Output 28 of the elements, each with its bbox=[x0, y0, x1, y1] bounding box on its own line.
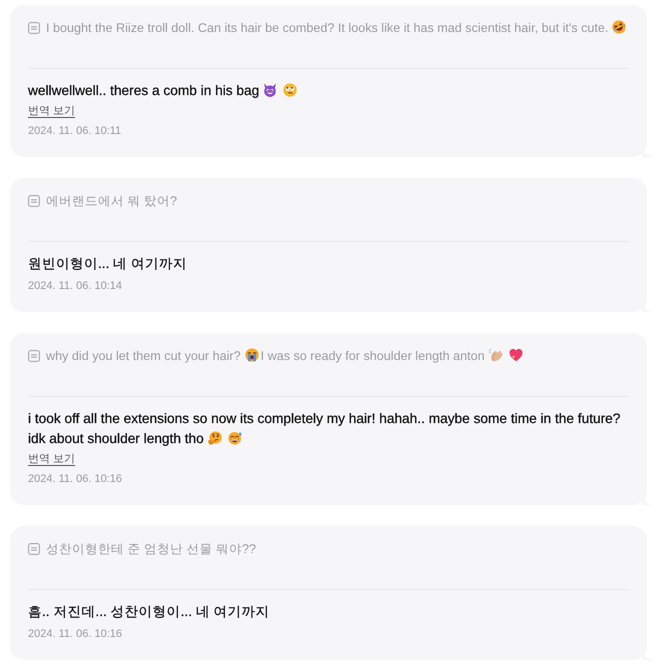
translate-link[interactable]: 번역 보기 bbox=[28, 451, 76, 467]
crying-face-icon bbox=[244, 348, 259, 362]
answer-text: idk about shoulder length tho bbox=[28, 431, 204, 446]
timestamp: 2024. 11. 06. 10:16 bbox=[28, 628, 122, 640]
answer-text: i took off all the extensions so now its completely my hair! hahah.. maybe some time in the future? bbox=[28, 411, 620, 426]
laughing-face-icon bbox=[612, 20, 626, 34]
question-text: 에버랜드에서 뭐 탔어? bbox=[46, 194, 178, 208]
timestamp: 2024. 11. 06. 10:11 bbox=[28, 125, 122, 137]
translate-link[interactable]: 번역 보기 bbox=[28, 103, 76, 119]
document-icon bbox=[28, 350, 40, 362]
question-text: I was so ready for shoulder length anton bbox=[260, 349, 485, 363]
devil-face-icon bbox=[263, 83, 278, 97]
sparkling-heart-icon bbox=[508, 348, 523, 362]
sweat-smile-face-icon bbox=[228, 431, 242, 445]
question-text: 성찬이형한테 준 엄청난 선물 뭐야?? bbox=[46, 542, 256, 556]
timestamp: 2024. 11. 06. 10:16 bbox=[28, 473, 122, 485]
eye-roll-face-icon bbox=[283, 83, 298, 97]
timestamp: 2024. 11. 06. 10:14 bbox=[28, 280, 122, 292]
document-icon bbox=[28, 543, 40, 555]
answer-text: 흠.. 저진데... 성찬이형이... 네 여기까지 bbox=[28, 604, 270, 619]
question-text: I bought the Riize troll doll. Can its hair be combed? It looks like it has mad scientist hair, but it's cute. bbox=[46, 21, 608, 35]
question-text: why did you let them cut your hair? bbox=[46, 349, 241, 363]
clapping-hands-icon bbox=[488, 348, 503, 362]
answer-text: wellwellwell.. theres a comb in his bag bbox=[28, 83, 260, 98]
answer-text: 원빈이형이... 네 여기까지 bbox=[28, 256, 188, 271]
thinking-face-icon bbox=[208, 431, 222, 445]
document-icon bbox=[28, 195, 40, 207]
document-icon bbox=[28, 22, 40, 34]
